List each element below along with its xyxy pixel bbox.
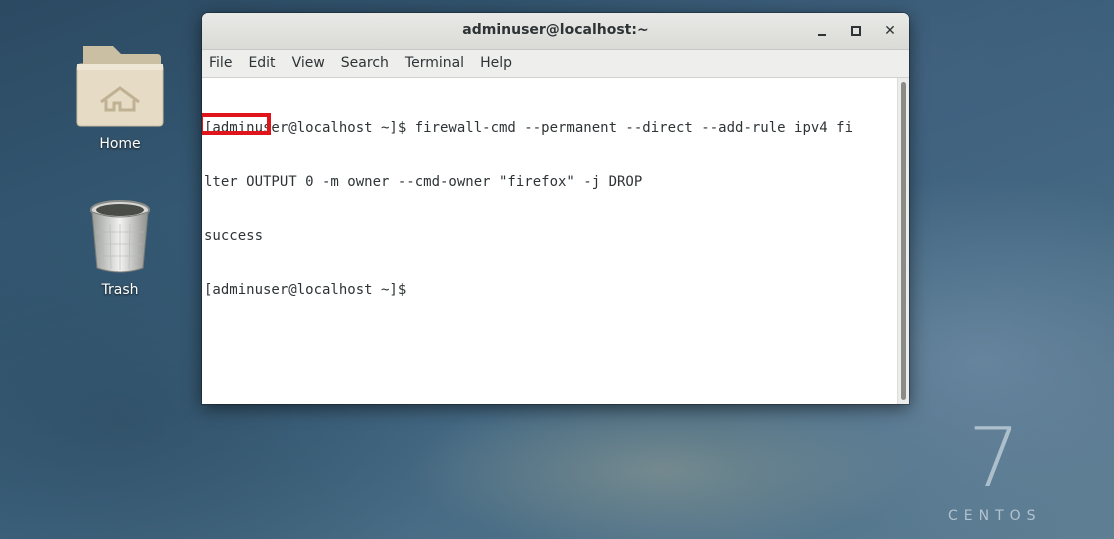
terminal-output[interactable]: [adminuser@localhost ~]$ firewall-cmd --… bbox=[202, 78, 898, 404]
terminal-scrollbar[interactable] bbox=[897, 78, 909, 404]
menu-bar: File Edit View Search Terminal Help bbox=[202, 50, 909, 78]
window-title: adminuser@localhost:~ bbox=[462, 22, 649, 38]
minimize-button[interactable] bbox=[811, 21, 833, 41]
centos-version-logo: 7 bbox=[968, 411, 1021, 506]
trash-icon bbox=[88, 198, 152, 276]
terminal-prompt: [adminuser@localhost ~]$ bbox=[204, 282, 415, 298]
success-highlight-box bbox=[202, 113, 271, 135]
menu-help[interactable]: Help bbox=[472, 50, 520, 77]
terminal-window[interactable]: adminuser@localhost:~ ✕ File Edit View S… bbox=[202, 13, 909, 404]
maximize-icon bbox=[851, 26, 861, 36]
desktop-trash-shortcut[interactable]: Trash bbox=[70, 198, 170, 298]
menu-view[interactable]: View bbox=[284, 50, 333, 77]
close-button[interactable]: ✕ bbox=[879, 21, 901, 41]
menu-file[interactable]: File bbox=[202, 50, 240, 77]
menu-edit[interactable]: Edit bbox=[240, 50, 283, 77]
terminal-line: [adminuser@localhost ~]$ firewall-cmd --… bbox=[204, 120, 854, 136]
close-icon: ✕ bbox=[884, 23, 896, 39]
menu-search[interactable]: Search bbox=[333, 50, 397, 77]
window-controls: ✕ bbox=[811, 21, 901, 41]
menu-terminal[interactable]: Terminal bbox=[397, 50, 472, 77]
terminal-line-success: success bbox=[204, 228, 264, 244]
scrollbar-thumb[interactable] bbox=[901, 82, 906, 400]
desktop-home-shortcut[interactable]: Home bbox=[70, 42, 170, 152]
desktop-home-label: Home bbox=[99, 136, 141, 152]
folder-home-icon bbox=[75, 42, 165, 130]
maximize-button[interactable] bbox=[845, 21, 867, 41]
terminal-line: lter OUTPUT 0 -m owner --cmd-owner "fire… bbox=[204, 174, 643, 190]
centos-wordmark: CENTOS bbox=[948, 508, 1042, 524]
minimize-icon bbox=[818, 34, 826, 36]
desktop-trash-label: Trash bbox=[101, 282, 139, 298]
window-titlebar[interactable]: adminuser@localhost:~ ✕ bbox=[202, 13, 909, 50]
